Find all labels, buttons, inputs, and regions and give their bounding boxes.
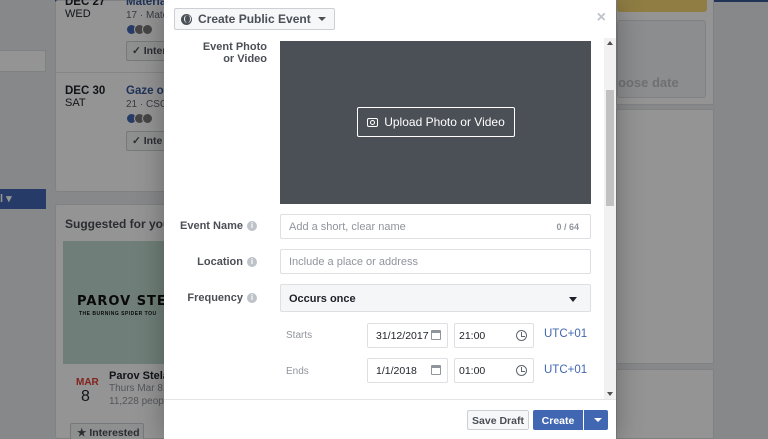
location-placeholder: Include a place or address	[289, 256, 419, 268]
start-time-input[interactable]: 21:00	[454, 323, 534, 348]
ends-label: Ends	[286, 366, 309, 377]
end-timezone-link[interactable]: UTC+01	[544, 364, 587, 376]
location-input[interactable]: Include a place or address	[280, 249, 591, 274]
chevron-down-icon	[594, 418, 602, 422]
frequency-value: Occurs once	[289, 293, 356, 305]
end-date-input[interactable]: 1/1/2018	[367, 358, 448, 383]
end-date-value: 1/1/2018	[376, 365, 417, 377]
dialog-footer: Save Draft Create	[164, 399, 616, 439]
scroll-down-icon[interactable]	[607, 392, 613, 396]
scrollbar-thumb[interactable]	[606, 90, 614, 206]
save-draft-button[interactable]: Save Draft	[467, 410, 529, 430]
clock-icon	[516, 365, 527, 376]
close-icon[interactable]: ×	[597, 9, 606, 27]
info-icon[interactable]: i	[247, 257, 257, 267]
calendar-icon[interactable]	[431, 365, 441, 375]
globe-icon	[181, 13, 192, 25]
scroll-up-icon[interactable]	[607, 41, 613, 45]
event-name-input[interactable]: Add a short, clear name 0 / 64	[280, 214, 591, 239]
end-time-input[interactable]: 01:00	[454, 358, 534, 383]
frequency-label: Frequency i	[187, 292, 257, 304]
chevron-down-icon	[317, 17, 326, 21]
start-date-input[interactable]: 31/12/2017	[367, 323, 448, 348]
dialog-body: Event Photo or Video Upload Photo or Vid…	[164, 38, 604, 399]
upload-photo-button[interactable]: Upload Photo or Video	[357, 107, 515, 137]
camera-icon	[367, 117, 379, 127]
clock-icon	[516, 330, 527, 341]
scrollbar[interactable]	[604, 38, 616, 399]
info-icon[interactable]: i	[247, 221, 257, 231]
location-label: Location i	[197, 256, 257, 268]
start-date-value: 31/12/2017	[376, 330, 429, 342]
upload-label: Upload Photo or Video	[384, 115, 505, 129]
dialog-header: Create Public Event ×	[164, 0, 616, 38]
chevron-down-icon	[569, 297, 577, 302]
char-counter: 0 / 64	[556, 222, 579, 232]
calendar-icon[interactable]	[431, 330, 441, 340]
starts-label: Starts	[286, 330, 313, 341]
location-label-text: Location	[197, 256, 243, 268]
event-name-label: Event Name i	[180, 220, 257, 232]
photo-label: Event Photo or Video	[202, 41, 267, 65]
info-icon[interactable]: i	[247, 293, 257, 303]
end-time-value: 01:00	[459, 365, 486, 377]
privacy-label: Create Public Event	[198, 12, 311, 26]
create-button[interactable]: Create	[533, 410, 583, 430]
start-time-value: 21:00	[459, 330, 486, 342]
event-name-placeholder: Add a short, clear name	[289, 221, 406, 233]
create-event-dialog: Create Public Event × Event Photo or Vid…	[164, 0, 616, 439]
privacy-dropdown[interactable]: Create Public Event	[174, 8, 335, 30]
frequency-select[interactable]: Occurs once	[280, 284, 591, 312]
photo-area[interactable]: Upload Photo or Video	[280, 41, 591, 204]
create-options-button[interactable]	[584, 410, 608, 430]
event-name-label-text: Event Name	[180, 220, 243, 232]
start-timezone-link[interactable]: UTC+01	[544, 328, 587, 340]
frequency-label-text: Frequency	[187, 292, 243, 304]
